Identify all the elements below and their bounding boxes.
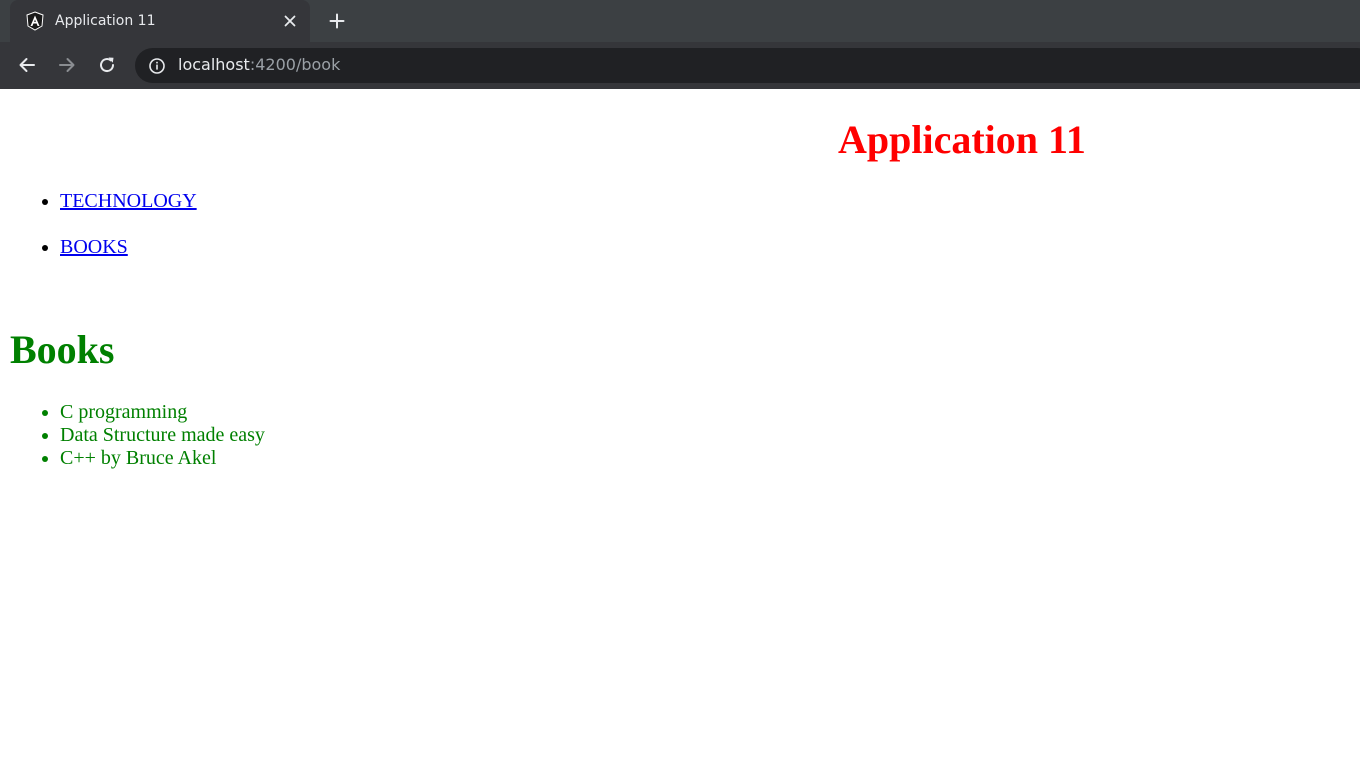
url-path: :4200/book	[249, 55, 341, 74]
books-list: C programming Data Structure made easy C…	[0, 401, 265, 470]
browser-tab-active[interactable]: Application 11	[10, 0, 310, 42]
nav-item-books: BOOKS	[60, 234, 197, 280]
site-info-icon[interactable]	[148, 57, 166, 75]
nav-list: TECHNOLOGY BOOKS	[0, 188, 197, 280]
new-tab-icon[interactable]	[325, 9, 349, 33]
list-item: C programming	[60, 401, 265, 424]
browser-toolbar: localhost:4200/book	[0, 42, 1360, 89]
reload-icon[interactable]	[94, 52, 120, 78]
books-heading: Books	[10, 327, 115, 372]
url-host: localhost	[178, 55, 250, 74]
list-item: C++ by Bruce Akel	[60, 447, 265, 470]
address-bar[interactable]: localhost:4200/book	[135, 48, 1360, 83]
angular-icon	[25, 11, 45, 31]
nav-item-technology: TECHNOLOGY	[60, 188, 197, 234]
url-text: localhost:4200/book	[178, 55, 340, 75]
browser-chrome: Application 11 localhost:4200/book	[0, 0, 1360, 89]
forward-arrow-icon[interactable]	[54, 52, 80, 78]
technology-link[interactable]: TECHNOLOGY	[60, 190, 197, 212]
list-item: Data Structure made easy	[60, 424, 265, 447]
page-content: Application 11 TECHNOLOGY BOOKS Books C …	[0, 89, 1360, 762]
books-link[interactable]: BOOKS	[60, 236, 128, 258]
tab-title: Application 11	[55, 13, 156, 29]
back-arrow-icon[interactable]	[14, 52, 40, 78]
tab-strip: Application 11	[0, 0, 1360, 42]
app-title: Application 11	[838, 117, 1086, 162]
close-tab-icon[interactable]	[280, 11, 300, 31]
